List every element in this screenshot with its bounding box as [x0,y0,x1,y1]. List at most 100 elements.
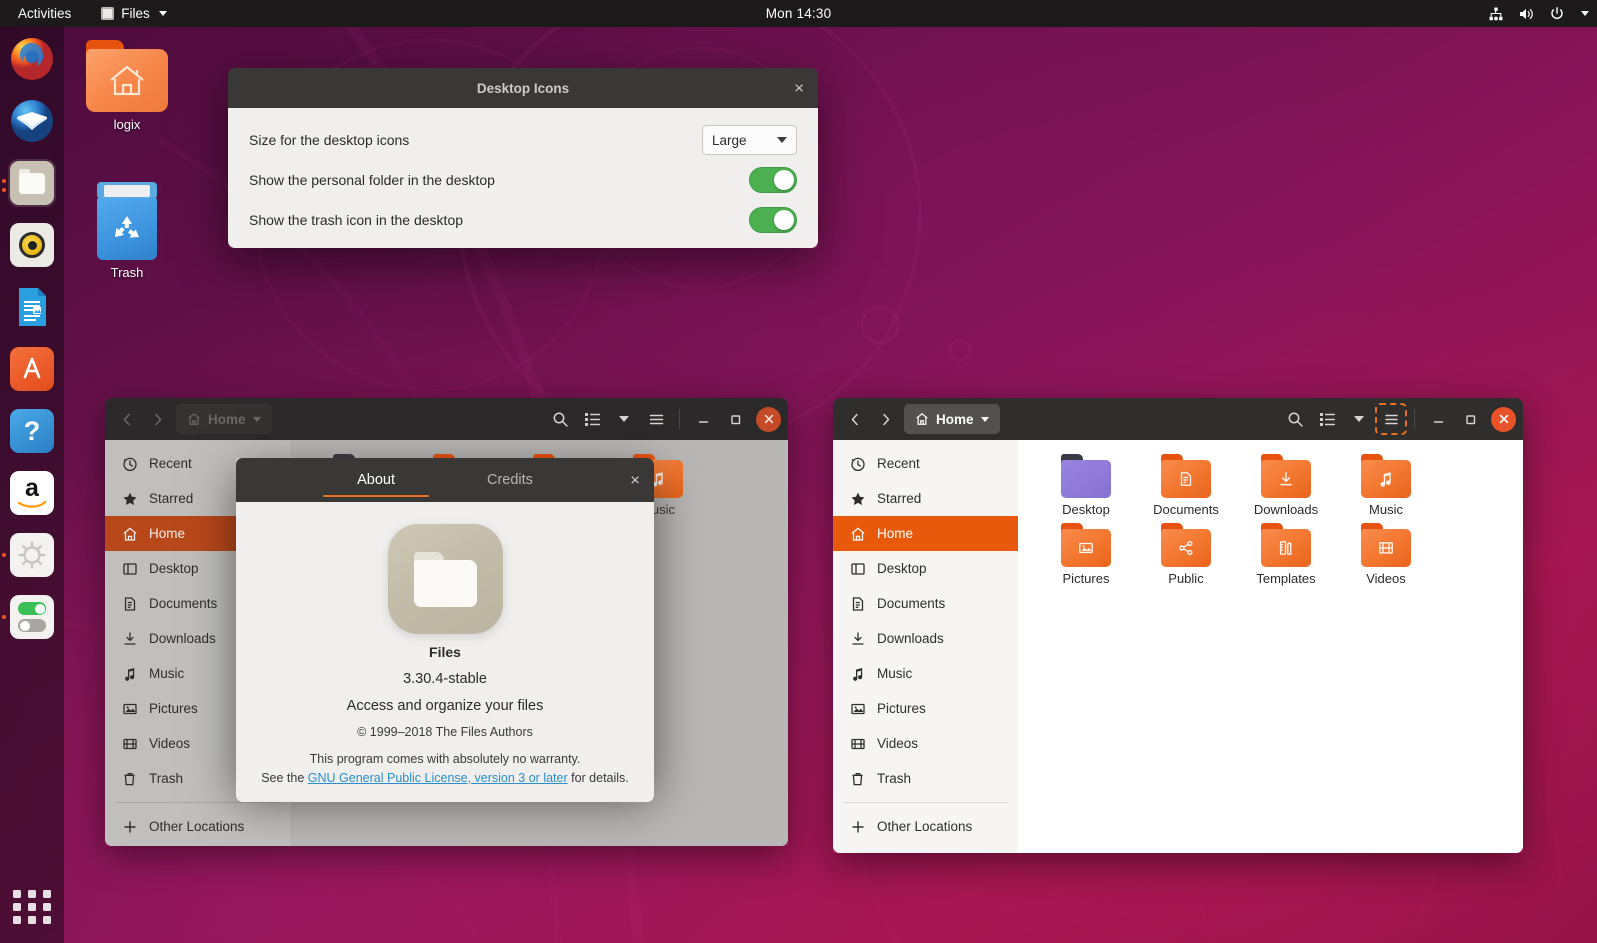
desktop-icon-trash[interactable]: Trash [72,182,182,280]
minimize-icon[interactable] [1423,404,1453,434]
search-icon[interactable] [545,404,575,434]
about-version: 3.30.4-stable [236,671,654,687]
file-item[interactable]: Public [1136,523,1236,586]
file-item[interactable]: Documents [1136,454,1236,517]
back-icon[interactable] [112,404,142,434]
dock-item-thunderbird[interactable] [8,97,56,145]
icon-size-combobox[interactable]: Large [702,125,797,155]
file-content-right[interactable]: Desktop Documents Downloads Music [1018,440,1523,853]
dock-item-gnome-tweaks[interactable] [8,593,56,641]
show-personal-folder-toggle[interactable] [749,167,797,193]
about-dialog-body: Files 3.30.4-stable Access and organize … [236,502,654,802]
dock-item-rhythmbox[interactable] [8,221,56,269]
about-copyright: © 1999–2018 The Files Authors [236,725,654,739]
desktop-icon-logix[interactable]: logix [72,40,182,132]
dock-item-files[interactable] [8,159,56,207]
sidebar-item-documents[interactable]: Documents [833,586,1018,621]
dock-item-libreoffice-writer[interactable] [8,283,56,331]
ubuntu-software-icon [10,347,54,391]
about-dialog[interactable]: About Credits × Files 3.30.4-stable Acce… [236,458,654,787]
file-item[interactable]: Downloads [1236,454,1336,517]
clock[interactable]: Mon 14:30 [766,6,832,21]
close-icon[interactable] [1491,407,1516,432]
about-description: Access and organize your files [236,698,654,714]
sidebar-item-videos[interactable]: Videos [833,726,1018,761]
sidebar-item-label: Pictures [149,701,198,716]
dock-item-ubuntu-software[interactable] [8,345,56,393]
tab-credits[interactable]: Credits [441,458,579,502]
window-header-right: Home [833,398,1523,440]
dock-item-amazon[interactable]: a [8,469,56,517]
menu-icon[interactable] [641,404,671,434]
license-link[interactable]: GNU General Public License, version 3 or… [308,771,568,785]
path-button-left[interactable]: Home [176,404,272,434]
file-item[interactable]: Desktop [1036,454,1136,517]
system-status-area[interactable] [1488,6,1589,22]
show-trash-icon-toggle[interactable] [749,207,797,233]
maximize-icon[interactable] [720,404,750,434]
sidebar-item-pictures[interactable]: Pictures [833,691,1018,726]
home-icon [915,412,929,426]
picture-icon [122,701,138,717]
sidebar-item-starred[interactable]: Starred [833,481,1018,516]
path-button-label: Home [208,412,246,427]
chevron-down-icon [981,417,989,422]
sidebar-item-music[interactable]: Music [833,656,1018,691]
sidebar-item-trash[interactable]: Trash [833,761,1018,796]
about-dialog-header: About Credits × [236,458,654,502]
file-item[interactable]: Videos [1336,523,1436,586]
show-applications-button[interactable] [12,887,52,927]
file-label: Music [1336,502,1436,517]
minimize-icon[interactable] [688,404,718,434]
sidebar-divider [115,802,280,803]
file-item[interactable]: Templates [1236,523,1336,586]
file-label: Videos [1336,571,1436,586]
maximize-icon[interactable] [1455,404,1485,434]
home-icon [850,526,866,542]
close-icon[interactable] [756,407,781,432]
sidebar-item-other-locations[interactable]: Other Locations [105,809,290,844]
file-item[interactable]: Music [1336,454,1436,517]
forward-icon[interactable] [870,404,900,434]
sidebar-item-home[interactable]: Home [833,516,1018,551]
tab-about[interactable]: About [311,458,441,502]
home-icon [122,526,138,542]
file-label: Public [1136,571,1236,586]
desktop-icons-dialog[interactable]: Desktop Icons × Size for the desktop ico… [228,68,818,248]
close-icon[interactable]: × [794,80,804,97]
app-menu-button[interactable]: Files [101,6,167,21]
back-icon[interactable] [840,404,870,434]
chevron-down-icon [1581,11,1589,16]
folder-icon-downloads [1261,454,1311,498]
sidebar-item-desktop[interactable]: Desktop [833,551,1018,586]
file-item[interactable]: Pictures [1036,523,1136,586]
path-button-right[interactable]: Home [904,404,1000,434]
dock-item-firefox[interactable] [8,35,56,83]
sidebar-item-label: Recent [149,456,192,471]
folder-icon-music [1361,454,1411,498]
sidebar-item-label: Starred [149,491,193,506]
combobox-value: Large [712,133,747,148]
music-icon [850,666,866,682]
sidebar-item-downloads[interactable]: Downloads [833,621,1018,656]
chevron-down-icon[interactable] [1344,404,1374,434]
folder-icon-pictures [1061,523,1111,567]
dock-item-help[interactable]: ? [8,407,56,455]
activities-button[interactable]: Activities [10,0,79,27]
forward-icon[interactable] [142,404,172,434]
chevron-down-icon[interactable] [609,404,639,434]
view-list-icon[interactable] [1312,404,1342,434]
file-label: Desktop [1036,502,1136,517]
picture-icon [850,701,866,717]
sidebar-item-other-locations[interactable]: Other Locations [833,809,1018,844]
search-icon[interactable] [1280,404,1310,434]
document-icon [122,596,138,612]
file-manager-window-right[interactable]: Home [833,398,1523,853]
about-app-name: Files [236,644,654,660]
menu-icon[interactable] [1376,404,1406,434]
close-icon[interactable]: × [630,472,640,489]
dock-item-settings[interactable] [8,531,56,579]
warranty-line-2: See the GNU General Public License, vers… [236,769,654,788]
view-list-icon[interactable] [577,404,607,434]
sidebar-item-recent[interactable]: Recent [833,446,1018,481]
